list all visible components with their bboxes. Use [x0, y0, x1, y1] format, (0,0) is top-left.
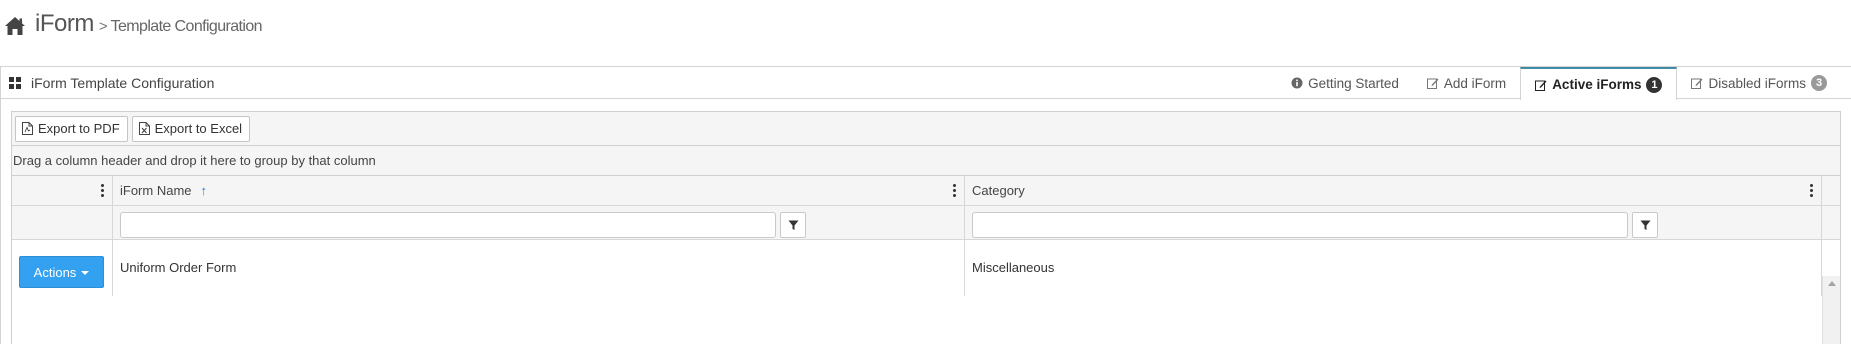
column-header-label: Category	[972, 183, 1025, 198]
filter-scroll-spacer	[1822, 206, 1840, 239]
tab-add-iform[interactable]: Add iForm	[1413, 67, 1520, 99]
actions-label: Actions	[33, 264, 77, 280]
portlet-title: iForm Template Configuration	[31, 75, 215, 91]
count-badge: 1	[1646, 76, 1663, 93]
export-pdf-label: Export to PDF	[38, 121, 120, 136]
portlet-header: iForm Template Configuration Getting Sta…	[1, 67, 1851, 100]
portlet: iForm Template Configuration Getting Sta…	[0, 66, 1851, 344]
tab-getting-started[interactable]: Getting Started	[1277, 67, 1413, 99]
category-filter-button[interactable]	[1632, 212, 1658, 238]
app-title: iForm	[35, 10, 94, 37]
column-menu-icon[interactable]	[1810, 184, 1814, 198]
count-badge: 3	[1811, 75, 1827, 91]
column-header-row: iForm Name ↑ Category	[12, 176, 1840, 206]
edit-icon	[1535, 80, 1547, 91]
export-pdf-button[interactable]: Export to PDF	[15, 115, 128, 142]
pdf-file-icon	[22, 122, 33, 135]
export-excel-label: Export to Excel	[154, 121, 243, 136]
vertical-scrollbar[interactable]	[1822, 276, 1840, 344]
column-header-label: iForm Name ↑	[120, 183, 208, 198]
edit-icon	[1426, 78, 1439, 89]
info-circle-icon	[1291, 77, 1303, 89]
row-actions-cell: Actions	[12, 240, 113, 296]
scroll-up-arrow-icon[interactable]	[1828, 281, 1836, 286]
table-row: Actions Uniform Order Form Miscellaneous	[12, 240, 1840, 296]
column-menu-icon[interactable]	[953, 184, 957, 198]
edit-icon	[1691, 78, 1703, 89]
caret-down-icon	[81, 271, 90, 275]
filter-cell-iform-name	[113, 206, 965, 239]
column-header-actions	[12, 176, 113, 205]
sort-ascending-icon: ↑	[200, 183, 208, 198]
iform-name-filter-input[interactable]	[120, 212, 776, 238]
column-header-iform-name[interactable]: iForm Name ↑	[113, 176, 965, 205]
page-header: iForm > Template Configuration	[4, 10, 263, 42]
filter-icon	[788, 220, 798, 230]
breadcrumb: Template Configuration	[110, 18, 263, 35]
portlet-caption: iForm Template Configuration	[9, 75, 214, 91]
tab-active-iforms[interactable]: Active iForms 1	[1520, 67, 1678, 100]
category-filter-input[interactable]	[972, 212, 1628, 238]
tab-disabled-iforms[interactable]: Disabled iForms 3	[1677, 67, 1841, 99]
header-scroll-spacer	[1822, 176, 1840, 205]
group-panel[interactable]: Drag a column header and drop it here to…	[12, 146, 1840, 176]
iform-grid: Export to PDF Export to Excel Drag a col…	[11, 111, 1841, 344]
export-excel-button[interactable]: Export to Excel	[131, 115, 251, 142]
tab-bar: Getting Started Add iForm Active iForms …	[1277, 67, 1841, 100]
tab-label: Active iForms	[1552, 77, 1642, 92]
filter-icon	[1640, 220, 1650, 230]
tab-label: Getting Started	[1308, 75, 1399, 91]
iform-name-filter-button[interactable]	[780, 212, 806, 238]
home-icon[interactable]	[4, 16, 26, 36]
breadcrumb-separator: >	[98, 18, 108, 35]
filter-cell-actions	[12, 206, 113, 239]
excel-file-icon	[138, 122, 150, 135]
column-menu-icon[interactable]	[101, 184, 105, 198]
tab-label: Disabled iForms	[1708, 75, 1806, 91]
tab-label: Add iForm	[1443, 75, 1507, 91]
row-name-cell: Uniform Order Form	[113, 240, 965, 296]
actions-dropdown-button[interactable]: Actions	[19, 256, 104, 288]
iform-name-value: Uniform Order Form	[120, 260, 237, 275]
row-category-cell: Miscellaneous	[965, 240, 1822, 296]
filter-row	[12, 206, 1840, 240]
column-header-category[interactable]: Category	[965, 176, 1822, 205]
filter-cell-category	[965, 206, 1822, 239]
category-value: Miscellaneous	[972, 260, 1055, 275]
grid-toolbar: Export to PDF Export to Excel	[12, 112, 1840, 146]
grid-icon	[9, 77, 21, 89]
